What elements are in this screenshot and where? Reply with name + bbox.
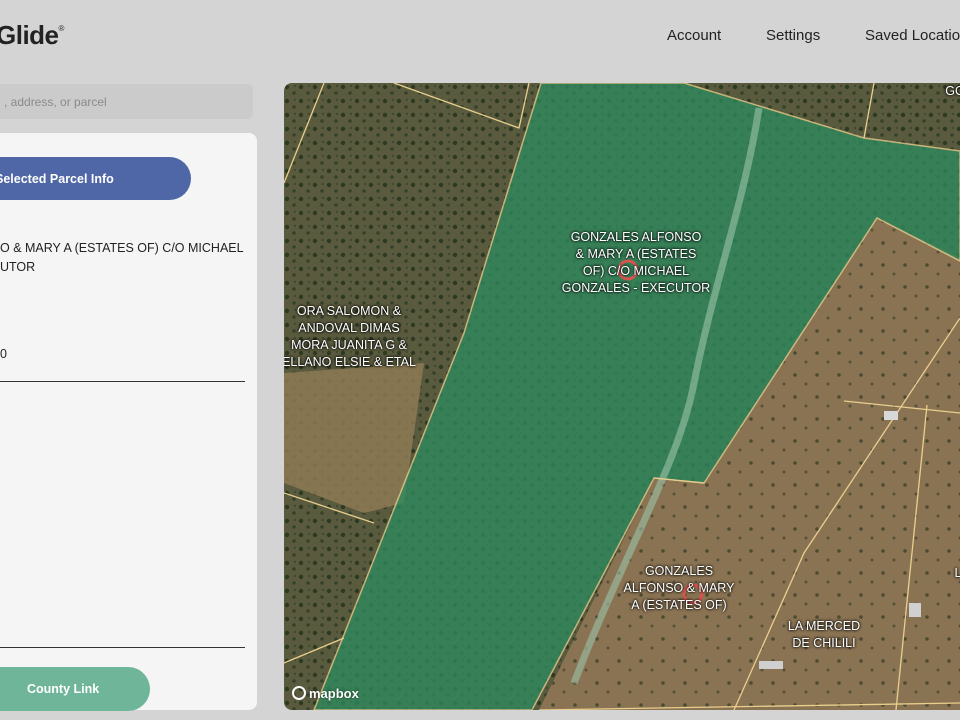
parcel-label: GONZALES ALFONSO & MARY A (ESTATES OF) xyxy=(623,564,735,612)
close-parcel-info-button[interactable]: ose Selected Parcel Info xyxy=(0,157,191,200)
divider xyxy=(0,381,245,382)
divider xyxy=(0,647,245,648)
map-canvas[interactable] xyxy=(284,83,960,710)
search-input[interactable] xyxy=(0,84,253,119)
mapbox-logo-icon xyxy=(292,686,306,700)
nav-account[interactable]: Account xyxy=(667,27,721,44)
building xyxy=(759,661,783,669)
county-link-label: County Link xyxy=(27,682,100,696)
nav-saved-locations[interactable]: Saved Locations xyxy=(865,27,960,44)
parcel-owner-text: O & MARY A (ESTATES OF) C/O MICHAEL UTOR xyxy=(0,241,244,274)
building xyxy=(884,411,898,420)
county-link-button[interactable]: County Link xyxy=(0,667,150,711)
close-parcel-info-label: ose Selected Parcel Info xyxy=(0,172,114,186)
parcel-label: GONZALES ALFONSO & MARY A (ESTATES OF) C… xyxy=(561,230,711,295)
parcel-label: LA MERCED DE CHILILI xyxy=(787,619,861,650)
parcel-label: L xyxy=(954,566,960,580)
brand-mark: ® xyxy=(58,24,65,33)
parcel-info-panel: ose Selected Parcel Info O & MARY A (EST… xyxy=(0,133,257,711)
parcel-label: GO xyxy=(945,84,960,98)
mapbox-attribution-text: mapbox xyxy=(309,686,359,701)
satellite-map[interactable]: GONZALES ALFONSO & MARY A (ESTATES OF) C… xyxy=(284,83,960,710)
brand-name: Glide xyxy=(0,20,59,50)
nav-settings[interactable]: Settings xyxy=(766,27,820,44)
app-logo[interactable]: Glide® xyxy=(0,20,64,51)
parcel-label: ORA SALOMON & ANDOVAL DIMAS MORA JUANITA… xyxy=(284,304,416,369)
parcel-field-value: 0 xyxy=(0,347,7,361)
mapbox-attribution[interactable]: mapbox xyxy=(292,686,359,701)
building xyxy=(909,603,921,617)
